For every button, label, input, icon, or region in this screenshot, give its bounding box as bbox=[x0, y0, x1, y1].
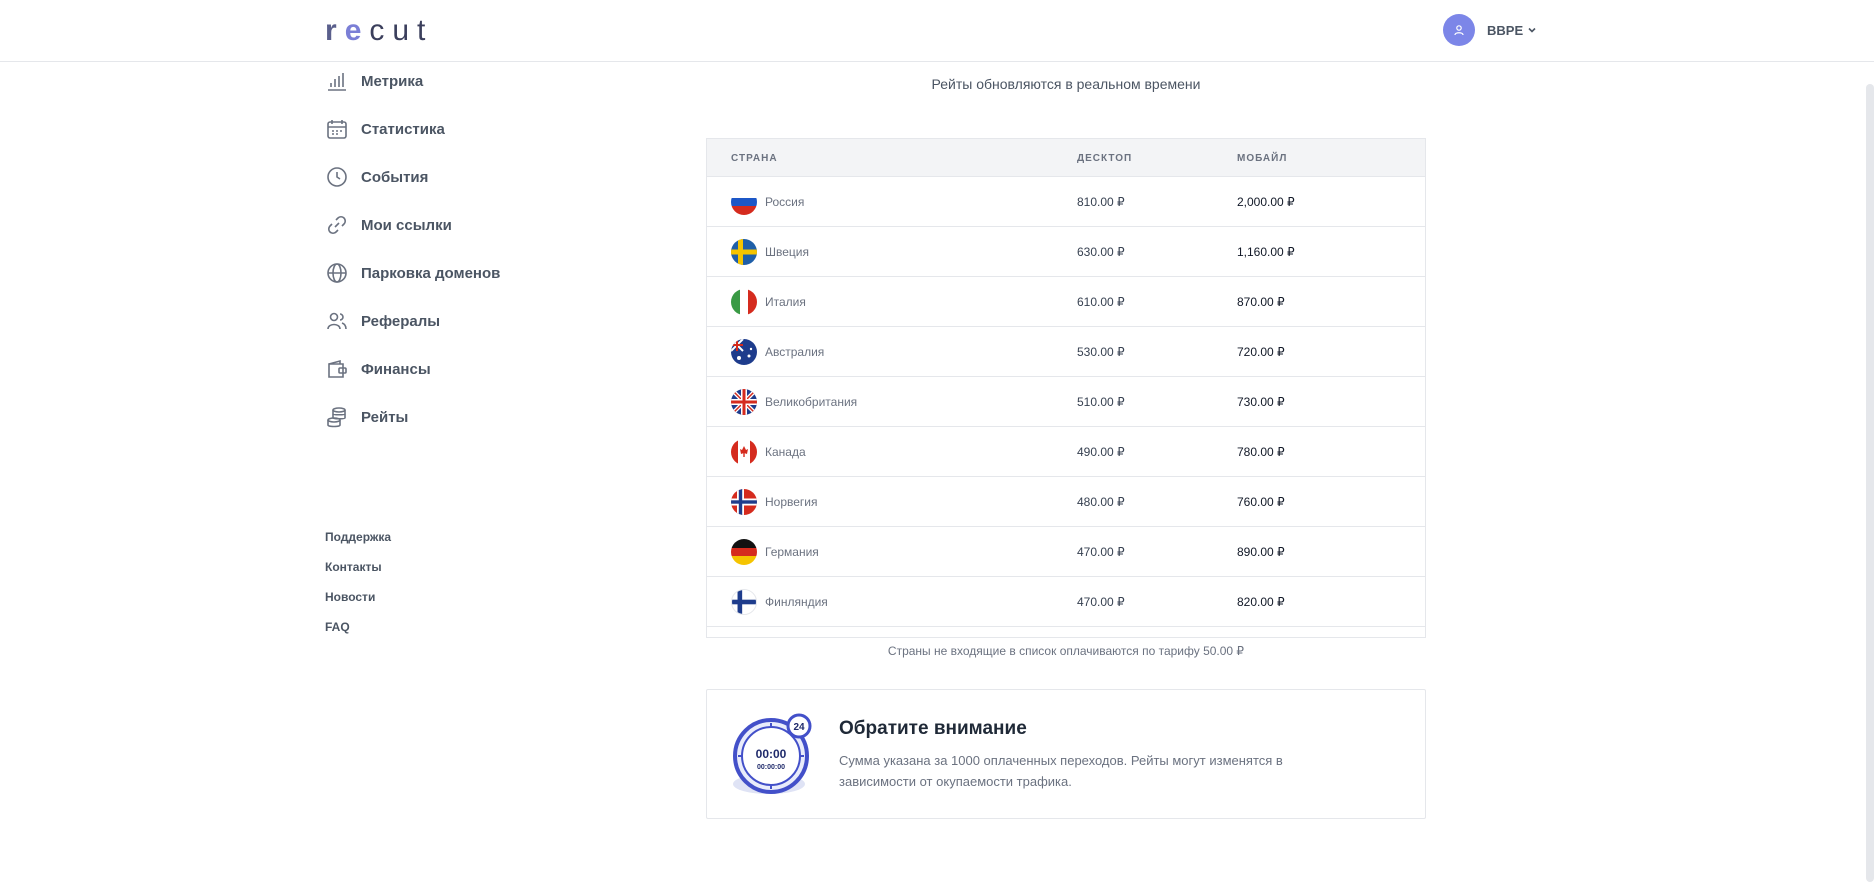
mobile-rate: 760.00 ₽ bbox=[1237, 495, 1285, 509]
country-name: Швеция bbox=[765, 245, 809, 259]
table-row: Финляндия 470.00 ₽ 820.00 ₽ bbox=[707, 577, 1425, 627]
australia-flag-icon bbox=[731, 339, 757, 365]
desktop-rate: 610.00 ₽ bbox=[1077, 295, 1125, 309]
scrollbar[interactable] bbox=[1866, 84, 1874, 882]
globe-icon bbox=[325, 261, 349, 285]
svg-text:00:00: 00:00 bbox=[756, 747, 787, 761]
country-name: Финляндия bbox=[765, 595, 828, 609]
sidebar-item-metrics[interactable]: Метрика bbox=[325, 64, 423, 98]
mobile-rate: 870.00 ₽ bbox=[1237, 295, 1285, 309]
column-header-country: СТРАНА bbox=[731, 153, 778, 164]
desktop-rate: 530.00 ₽ bbox=[1077, 345, 1125, 359]
sidebar-item-events[interactable]: События bbox=[325, 160, 428, 194]
desktop-rate: 470.00 ₽ bbox=[1077, 545, 1125, 559]
uk-flag-icon bbox=[731, 389, 757, 415]
table-row: Германия 470.00 ₽ 890.00 ₽ bbox=[707, 527, 1425, 577]
table-row: Австралия 530.00 ₽ 720.00 ₽ bbox=[707, 327, 1425, 377]
germany-flag-icon bbox=[731, 539, 757, 565]
russia-flag-icon bbox=[731, 189, 757, 215]
svg-text:24: 24 bbox=[793, 722, 805, 733]
table-row: Канада 490.00 ₽ 780.00 ₽ bbox=[707, 427, 1425, 477]
sidebar-item-links[interactable]: Мои ссылки bbox=[325, 208, 452, 242]
bar-chart-icon bbox=[325, 69, 349, 93]
avatar[interactable] bbox=[1443, 14, 1475, 46]
table-row: Италия 610.00 ₽ 870.00 ₽ bbox=[707, 277, 1425, 327]
mobile-rate: 890.00 ₽ bbox=[1237, 545, 1285, 559]
desktop-rate: 630.00 ₽ bbox=[1077, 245, 1125, 259]
table-row: Норвегия 480.00 ₽ 760.00 ₽ bbox=[707, 477, 1425, 527]
clock-icon bbox=[325, 165, 349, 189]
stopwatch-24-icon: 00:00 00:00:00 24 bbox=[733, 713, 812, 794]
sidebar-item-statistics[interactable]: Статистика bbox=[325, 112, 445, 146]
desktop-rate: 490.00 ₽ bbox=[1077, 445, 1125, 459]
rates-table: СТРАНА ДЕСКТОП МОБАЙЛ Россия 810.00 ₽ 2,… bbox=[706, 138, 1426, 638]
norway-flag-icon bbox=[731, 489, 757, 515]
svg-text:00:00:00: 00:00:00 bbox=[757, 764, 785, 771]
user-menu[interactable]: BBPE bbox=[1443, 14, 1537, 46]
desktop-rate: 510.00 ₽ bbox=[1077, 395, 1125, 409]
sweden-flag-icon bbox=[731, 239, 757, 265]
mobile-rate: 820.00 ₽ bbox=[1237, 595, 1285, 609]
sidebar-item-domain-parking[interactable]: Парковка доменов bbox=[325, 256, 500, 290]
mobile-rate: 780.00 ₽ bbox=[1237, 445, 1285, 459]
coins-icon bbox=[325, 405, 349, 429]
contacts-link[interactable]: Контакты bbox=[325, 560, 382, 574]
table-row: Швеция 630.00 ₽ 1,160.00 ₽ bbox=[707, 227, 1425, 277]
desktop-rate: 810.00 ₽ bbox=[1077, 195, 1125, 209]
user-name: BBPE bbox=[1487, 22, 1524, 38]
support-link[interactable]: Поддержка bbox=[325, 530, 391, 544]
country-name: Канада bbox=[765, 445, 806, 459]
rates-footnote: Страны не входящие в список оплачиваются… bbox=[887, 644, 1245, 658]
sidebar-item-rates[interactable]: Рейты bbox=[325, 400, 408, 434]
country-name: Австралия bbox=[765, 345, 825, 359]
logo[interactable]: recut bbox=[325, 14, 433, 48]
users-icon bbox=[325, 309, 349, 333]
table-row: Россия 810.00 ₽ 2,000.00 ₽ bbox=[707, 177, 1425, 227]
mobile-rate: 720.00 ₽ bbox=[1237, 345, 1285, 359]
column-header-mobile: МОБАЙЛ bbox=[1237, 153, 1288, 164]
country-name: Великобритания bbox=[765, 395, 858, 409]
news-link[interactable]: Новости bbox=[325, 590, 375, 604]
desktop-rate: 480.00 ₽ bbox=[1077, 495, 1125, 509]
table-row: Великобритания 510.00 ₽ 730.00 ₽ bbox=[707, 377, 1425, 427]
country-name: Россия bbox=[765, 195, 805, 209]
country-name: Германия bbox=[765, 545, 819, 559]
country-name: Италия bbox=[765, 295, 806, 309]
notice-title: Обратите внимание bbox=[839, 718, 1027, 739]
user-icon bbox=[1454, 25, 1464, 36]
page-subtitle: Рейты обновляются в реальном времени bbox=[931, 76, 1201, 92]
notice-card: 00:00 00:00:00 24 Обратите внимание Сумм… bbox=[706, 689, 1426, 819]
column-header-desktop: ДЕСКТОП bbox=[1077, 153, 1133, 164]
sidebar-item-finance[interactable]: Финансы bbox=[325, 352, 431, 386]
desktop-rate: 470.00 ₽ bbox=[1077, 595, 1125, 609]
finland-flag-icon bbox=[731, 589, 757, 615]
mobile-rate: 730.00 ₽ bbox=[1237, 395, 1285, 409]
country-name: Норвегия bbox=[765, 495, 818, 509]
table-header: СТРАНА ДЕСКТОП МОБАЙЛ bbox=[707, 139, 1425, 177]
sidebar-item-referrals[interactable]: Рефералы bbox=[325, 304, 440, 338]
top-bar: recut BBPE bbox=[0, 0, 1874, 62]
mobile-rate: 1,160.00 ₽ bbox=[1237, 245, 1295, 259]
canada-flag-icon bbox=[731, 439, 757, 465]
link-icon bbox=[325, 213, 349, 237]
italy-flag-icon bbox=[731, 289, 757, 315]
calendar-icon bbox=[325, 117, 349, 141]
wallet-icon bbox=[325, 357, 349, 381]
mobile-rate: 2,000.00 ₽ bbox=[1237, 195, 1295, 209]
faq-link[interactable]: FAQ bbox=[325, 620, 350, 634]
notice-text: Сумма указана за 1000 оплаченных переход… bbox=[839, 753, 1283, 789]
chevron-down-icon[interactable] bbox=[1527, 25, 1537, 35]
